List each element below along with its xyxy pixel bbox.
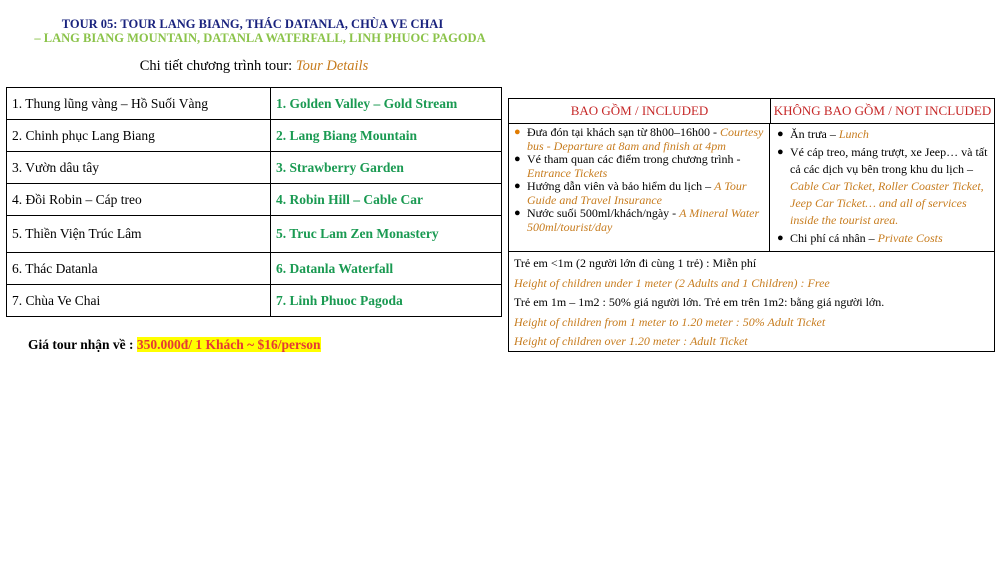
itinerary-en: 5. Truc Lam Zen Monastery (270, 215, 502, 253)
table-row: 5. Thiền Viện Trúc Lâm 5. Truc Lam Zen M… (6, 215, 502, 253)
list-item: ● Chi phí cá nhân – Private Costs (776, 230, 990, 247)
details-label-vi: Chi tiết chương trình tour: (139, 58, 296, 74)
itinerary-en: 2. Lang Biang Mountain (270, 119, 502, 152)
item-en: Entrance Tickets (527, 165, 608, 180)
itinerary-en: 6. Datanla Waterfall (270, 252, 502, 285)
list-item: ● Ăn trưa – Lunch (776, 126, 990, 143)
itinerary-vi: 7. Chùa Ve Chai (6, 284, 271, 317)
itinerary-table: 1. Thung lũng vàng – Hồ Suối Vàng 1. Gol… (6, 87, 502, 317)
itinerary-en: 1. Golden Valley – Gold Stream (270, 87, 502, 120)
bullet-icon: ● (514, 180, 521, 192)
inclusions-table: BAO GỒM / INCLUDED KHÔNG BAO GỒM / NOT I… (508, 98, 995, 352)
itinerary-vi: 5. Thiền Viện Trúc Lâm (6, 215, 271, 253)
itinerary-en: 7. Linh Phuoc Pagoda (270, 284, 502, 317)
price-label: Giá tour nhận về : (28, 337, 137, 352)
tour-title: TOUR 05: TOUR LANG BIANG, THÁC DATANLA, … (61, 17, 444, 31)
children-pricing: Trẻ em <1m (2 người lớn đi cùng 1 trẻ) :… (509, 252, 994, 354)
item-vi: Đưa đón tại khách sạn từ 8h00–16h00 - (527, 125, 720, 139)
itinerary-vi: 6. Thác Datanla (6, 252, 271, 285)
item-en: Private Costs (877, 231, 943, 245)
itinerary-vi: 1. Thung lũng vàng – Hồ Suối Vàng (6, 87, 271, 120)
table-row: 6. Thác Datanla 6. Datanla Waterfall (6, 252, 502, 285)
list-item: ● Hướng dẫn viên và bảo hiểm du lịch – A … (513, 179, 767, 207)
item-vi: Chi phí cá nhân – (790, 231, 878, 245)
bullet-icon: ● (514, 207, 521, 219)
list-item: ● Nước suối 500ml/khách/ngày - A Mineral … (513, 206, 767, 234)
item-en: Cable Car Ticket, Roller Coaster Ticket,… (790, 179, 984, 227)
price-value: 350.000đ/ 1 Khách ~ $16/person (136, 337, 321, 352)
tour-details-heading: Chi tiết chương trình tour: Tour Details (0, 58, 508, 75)
table-row: 1. Thung lũng vàng – Hồ Suối Vàng 1. Gol… (6, 87, 502, 120)
not-included-list: ● Ăn trưa – Lunch ● Vé cáp treo, máng trượ… (776, 126, 990, 247)
tour-price: Giá tour nhận về : 350.000đ/ 1 Khách ~ $… (28, 337, 321, 353)
table-row: 7. Chùa Ve Chai 7. Linh Phuoc Pagoda (6, 284, 502, 317)
bullet-icon: ● (777, 146, 784, 158)
tour-subtitle: – LANG BIANG MOUNTAIN, DATANLA WATERFALL… (34, 31, 486, 45)
inclusions-header-row: BAO GỒM / INCLUDED KHÔNG BAO GỒM / NOT I… (509, 99, 994, 124)
included-column: ● Đưa đón tại khách sạn từ 8h00–16h00 - C… (509, 124, 770, 251)
bullet-icon: ● (514, 126, 521, 138)
item-vi: Ăn trưa – (790, 127, 839, 141)
list-item: ● Đưa đón tại khách sạn từ 8h00–16h00 - C… (513, 125, 767, 153)
itinerary-vi: 2. Chinh phục Lang Biang (6, 119, 271, 152)
children-line-en: Height of children over 1.20 meter : Adu… (514, 334, 748, 348)
itinerary-vi: 4. Đồi Robin – Cáp treo (6, 183, 271, 216)
bullet-icon: ● (777, 232, 784, 244)
list-item: ● Vé cáp treo, máng trượt, xe Jeep… và tấ… (776, 144, 990, 229)
item-en: Lunch (838, 127, 869, 141)
table-row: 3. Vườn dâu tây 3. Strawberry Garden (6, 151, 502, 184)
bullet-icon: ● (514, 153, 521, 165)
item-vi: Hướng dẫn viên và bảo hiểm du lịch – (527, 179, 715, 193)
list-item: ● Vé tham quan các điểm trong chương trìn… (513, 152, 767, 180)
inclusions-body-row: ● Đưa đón tại khách sạn từ 8h00–16h00 - C… (509, 124, 994, 252)
not-included-column: ● Ăn trưa – Lunch ● Vé cáp treo, máng trượ… (770, 124, 994, 251)
item-vi: Vé cáp treo, máng trượt, xe Jeep… và tất… (790, 145, 988, 176)
bullet-icon: ● (777, 128, 784, 140)
children-line: Trẻ em <1m (2 người lớn đi cùng 1 trẻ) :… (514, 256, 757, 270)
itinerary-en: 4. Robin Hill – Cable Car (270, 183, 502, 216)
children-line: Trẻ em 1m – 1m2 : 50% giá người lớn. Trẻ… (514, 295, 885, 309)
not-included-header: KHÔNG BAO GỒM / NOT INCLUDED (773, 103, 992, 118)
item-vi: Nước suối 500ml/khách/ngày - (527, 206, 680, 220)
details-label-en: Tour Details (295, 58, 369, 74)
included-header: BAO GỒM / INCLUDED (509, 99, 771, 123)
children-line-en: Height of children under 1 meter (2 Adul… (514, 275, 830, 290)
children-line-en: Height of children from 1 meter to 1.20 … (514, 314, 826, 329)
itinerary-en: 3. Strawberry Garden (270, 151, 502, 184)
table-row: 4. Đồi Robin – Cáp treo 4. Robin Hill – … (6, 183, 502, 216)
itinerary-vi: 3. Vườn dâu tây (6, 151, 271, 184)
table-row: 2. Chinh phục Lang Biang 2. Lang Biang M… (6, 119, 502, 152)
item-vi: Vé tham quan các điểm trong chương trình… (527, 152, 741, 166)
included-list: ● Đưa đón tại khách sạn từ 8h00–16h00 - C… (513, 125, 767, 234)
